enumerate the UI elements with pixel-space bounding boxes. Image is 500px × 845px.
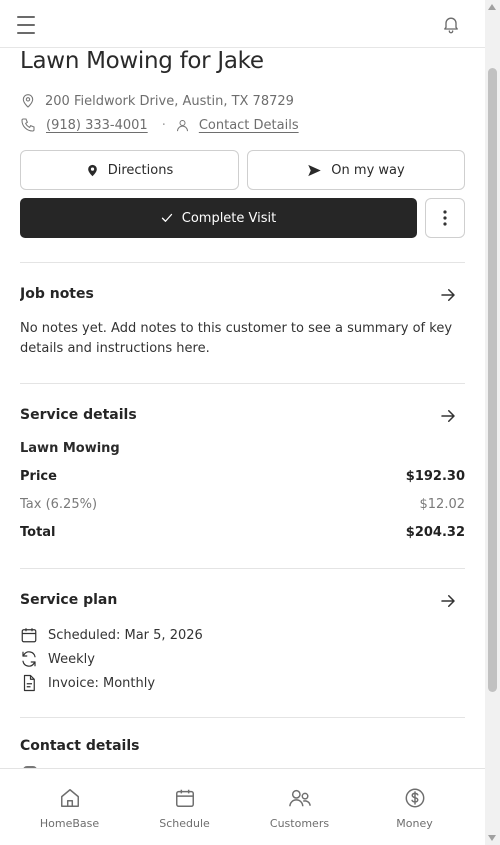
- on-my-way-label: On my way: [331, 162, 405, 178]
- scrollbar[interactable]: [485, 0, 500, 845]
- calendar-icon: [175, 789, 194, 807]
- more-options-button[interactable]: [425, 198, 465, 238]
- top-bar: [0, 0, 485, 48]
- complete-visit-button[interactable]: Complete Visit: [20, 198, 417, 238]
- directions-button[interactable]: Directions: [20, 150, 239, 190]
- invoice-row: Invoice: Monthly: [20, 673, 155, 693]
- on-my-way-button[interactable]: On my way: [247, 150, 465, 190]
- divider: [20, 568, 465, 569]
- scroll-down-arrow-icon[interactable]: [488, 835, 496, 841]
- nav-money[interactable]: Money: [357, 769, 472, 845]
- nav-homebase-label: HomeBase: [39, 817, 100, 830]
- bottom-nav: HomeBase Schedule Customers Money: [0, 768, 485, 845]
- nav-homebase[interactable]: HomeBase: [12, 769, 127, 845]
- service-name: Lawn Mowing: [20, 441, 120, 456]
- contact-details-link[interactable]: Contact Details: [199, 118, 299, 133]
- nav-customers-label: Customers: [269, 817, 330, 830]
- price-value: $192.30: [405, 469, 465, 484]
- calendar-icon: [21, 628, 37, 643]
- contact-details-title: Contact details: [20, 738, 140, 754]
- scrollbar-thumb[interactable]: [488, 68, 497, 692]
- price-label: Price: [20, 469, 57, 484]
- divider: [20, 262, 465, 263]
- service-details-arrow-icon[interactable]: [439, 407, 457, 425]
- address-row: 200 Fieldwork Drive, Austin, TX 78729: [20, 92, 294, 110]
- tax-label: Tax (6.25%): [20, 497, 98, 512]
- service-details-title: Service details: [20, 407, 137, 423]
- frequency-text: Weekly: [48, 651, 95, 667]
- complete-visit-label: Complete Visit: [181, 210, 277, 226]
- service-plan-title: Service plan: [20, 592, 118, 608]
- dollar-icon: [405, 788, 424, 808]
- job-notes-body: No notes yet. Add notes to this customer…: [20, 321, 453, 356]
- job-notes-title: Job notes: [20, 286, 94, 302]
- scroll-up-arrow-icon[interactable]: [488, 4, 496, 10]
- contact-row: (918) 333-4001 · Contact Details: [20, 115, 299, 135]
- more-vertical-icon: [443, 210, 447, 226]
- users-icon: [288, 789, 311, 807]
- phone-link[interactable]: (918) 333-4001: [46, 118, 148, 133]
- total-label: Total: [20, 525, 56, 540]
- location-pin-icon: [22, 94, 34, 108]
- tax-value: $12.02: [419, 497, 466, 512]
- action-buttons: Directions On my way: [20, 150, 465, 190]
- check-icon: [161, 213, 172, 222]
- total-row: Total $204.32: [20, 525, 465, 540]
- service-plan-arrow-icon[interactable]: [439, 592, 457, 610]
- map-pin-filled-icon: [87, 164, 97, 176]
- scheduled-text: Scheduled: Mar 5, 2026: [48, 627, 203, 643]
- nav-schedule[interactable]: Schedule: [127, 769, 242, 845]
- tax-row: Tax (6.25%) $12.02: [20, 497, 465, 512]
- nav-money-label: Money: [396, 817, 433, 830]
- price-row: Price $192.30: [20, 469, 465, 484]
- scheduled-row: Scheduled: Mar 5, 2026: [20, 625, 203, 645]
- bell-icon[interactable]: [441, 14, 461, 34]
- nav-schedule-label: Schedule: [159, 817, 210, 830]
- repeat-icon: [22, 651, 36, 667]
- job-notes-arrow-icon[interactable]: [439, 286, 457, 304]
- invoice-text: Invoice: Monthly: [48, 675, 156, 691]
- send-icon: [308, 164, 322, 176]
- nav-customers[interactable]: Customers: [242, 769, 357, 845]
- job-detail-content: Lawn Mowing for Jake 200 Fieldwork Drive…: [20, 48, 465, 768]
- user-icon: [176, 119, 188, 131]
- phone-icon: [21, 118, 35, 132]
- separator-dot: ·: [161, 117, 166, 133]
- document-icon: [23, 674, 35, 692]
- page-title: Lawn Mowing for Jake: [20, 48, 264, 74]
- home-icon: [60, 789, 79, 807]
- divider: [20, 717, 465, 718]
- address-text: 200 Fieldwork Drive, Austin, TX 78729: [45, 93, 294, 109]
- total-value: $204.32: [405, 525, 465, 540]
- menu-icon[interactable]: [17, 16, 35, 34]
- divider: [20, 383, 465, 384]
- directions-label: Directions: [107, 162, 174, 178]
- frequency-row: Weekly: [20, 649, 95, 669]
